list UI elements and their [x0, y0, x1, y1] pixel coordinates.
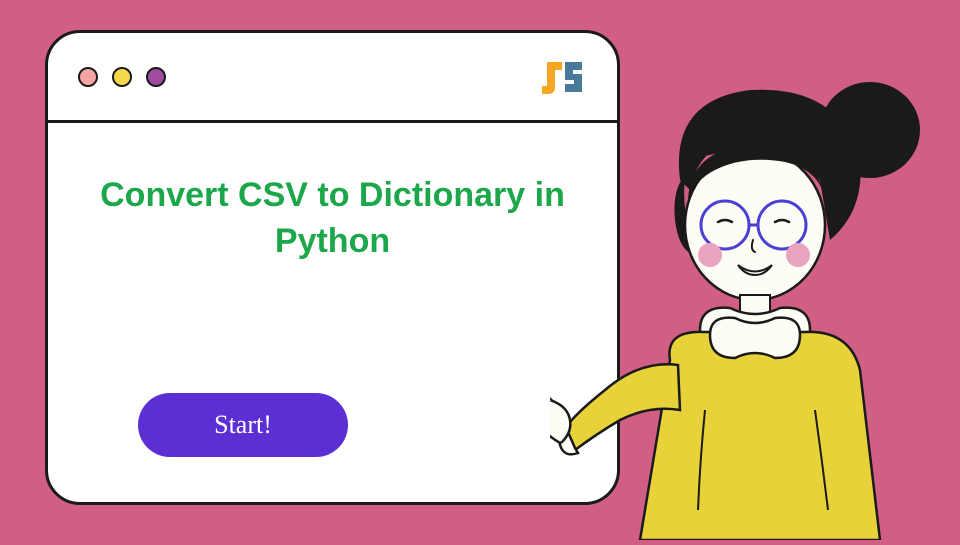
titlebar	[48, 33, 617, 123]
character-illustration	[550, 60, 950, 540]
maximize-dot[interactable]	[146, 67, 166, 87]
window-controls	[78, 67, 166, 87]
minimize-dot[interactable]	[112, 67, 132, 87]
browser-window: Convert CSV to Dictionary in Python Star…	[45, 30, 620, 505]
start-button[interactable]: Start!	[138, 393, 348, 457]
page-title: Convert CSV to Dictionary in Python	[88, 173, 577, 265]
start-button-label: Start!	[214, 410, 272, 440]
close-dot[interactable]	[78, 67, 98, 87]
content-area: Convert CSV to Dictionary in Python	[48, 123, 617, 315]
